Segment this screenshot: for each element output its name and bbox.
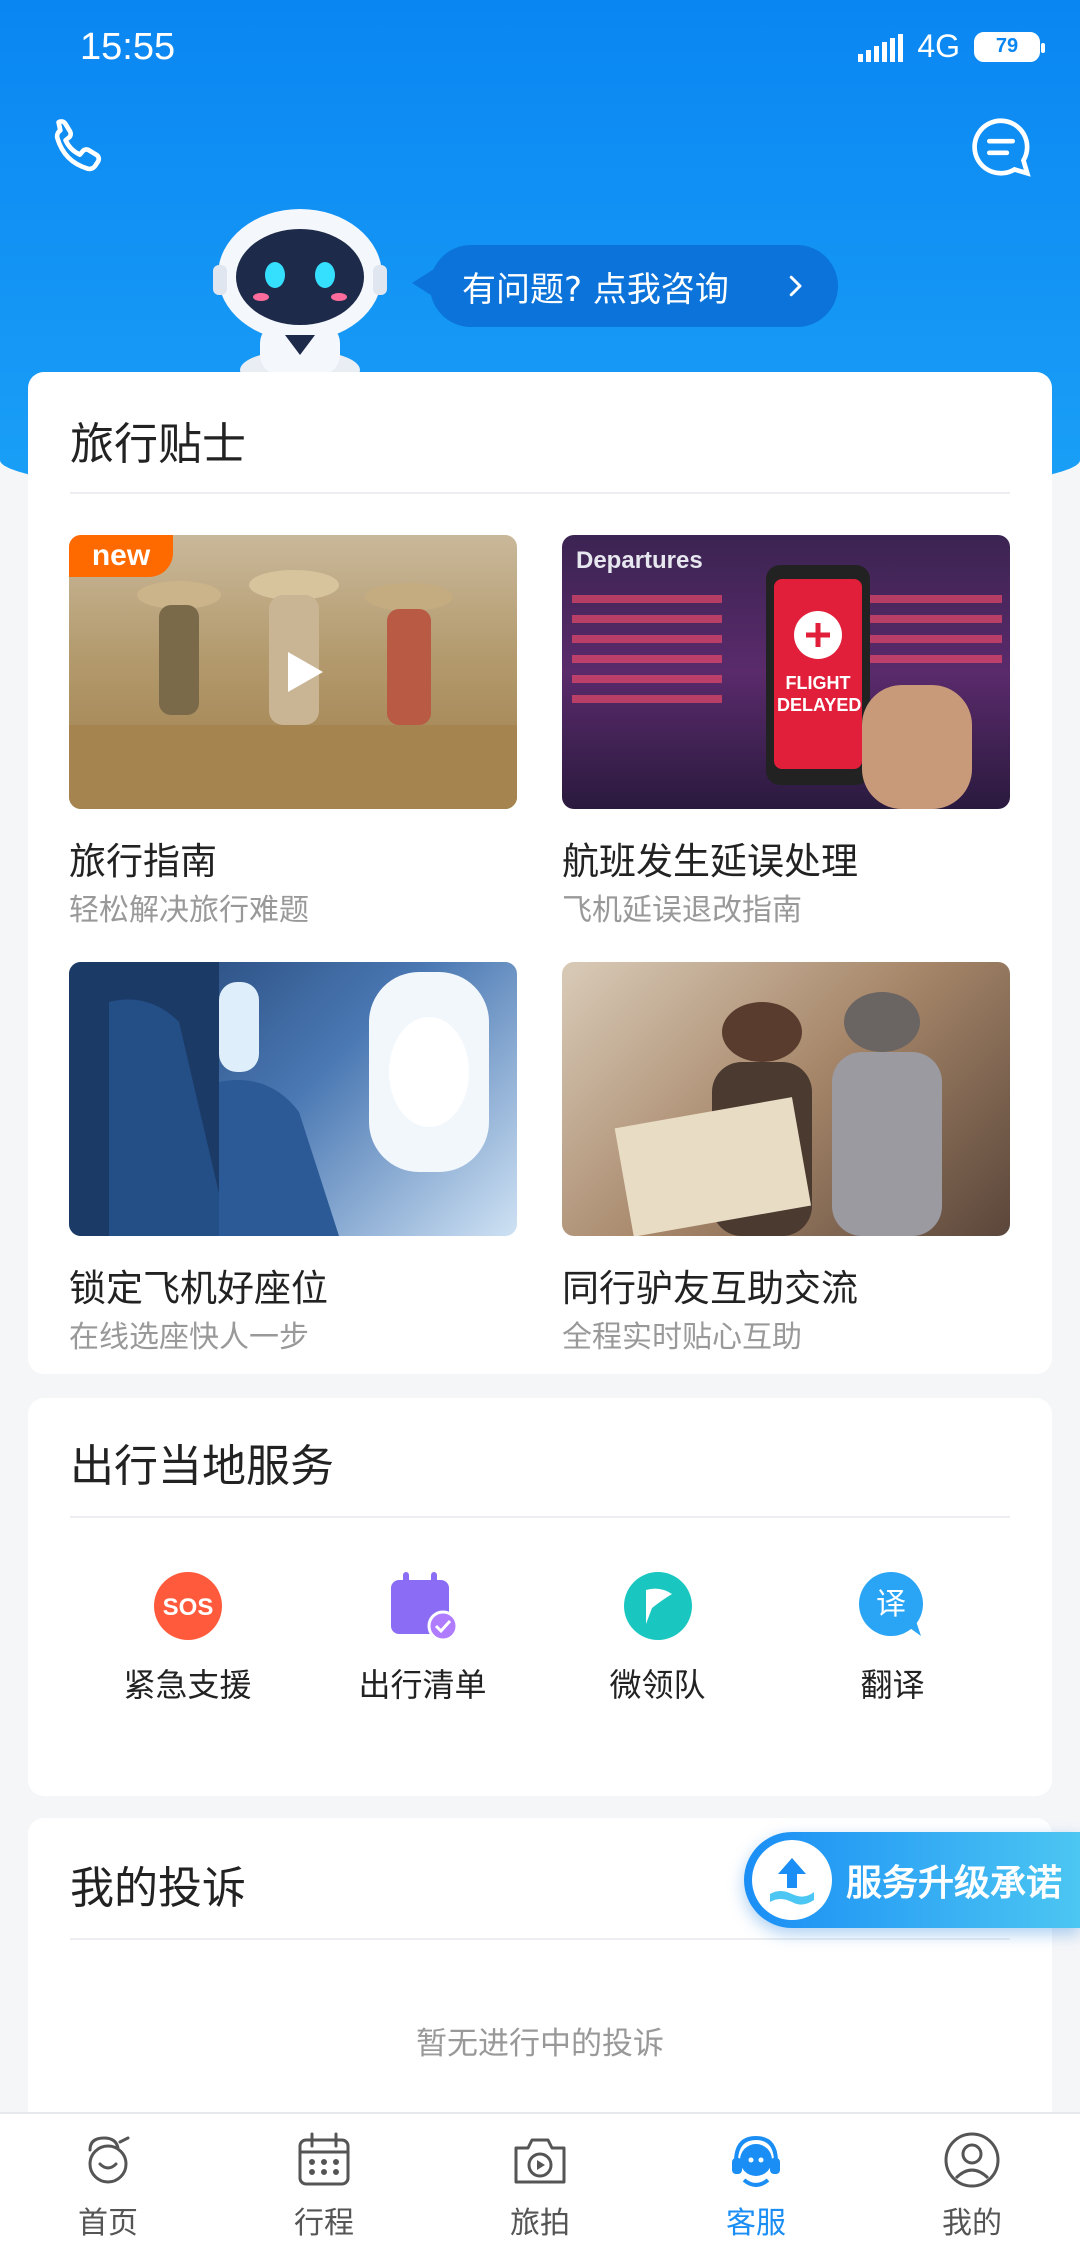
ask-assistant-button[interactable]: 有问题? 点我咨询	[412, 245, 838, 327]
sos-icon: SOS	[153, 1572, 222, 1640]
phone-icon	[54, 119, 102, 172]
departures-label: Departures	[576, 547, 703, 574]
service-upgrade-button[interactable]: 服务升级承诺	[744, 1832, 1080, 1928]
travel-tips-card: 旅行贴士 new 旅行指南 轻松解决旅行难题 Departures FLIGHT…	[28, 372, 1052, 1374]
upload-hand-icon	[752, 1840, 832, 1920]
service-label: 紧急支援	[123, 1666, 252, 1704]
profile-icon	[944, 2132, 1000, 2188]
service-label: 出行清单	[358, 1666, 487, 1704]
tab-label: 客服	[726, 2206, 786, 2241]
signal-icon	[858, 32, 904, 62]
travel-tips-title: 旅行贴士	[70, 419, 246, 470]
tip-subtitle: 飞机延误退改指南	[562, 893, 802, 928]
support-icon	[732, 2135, 780, 2187]
tip-image-kids: new	[69, 535, 517, 809]
tip-image-friends	[562, 962, 1010, 1236]
tip-image-cabin	[69, 962, 517, 1236]
tip-subtitle: 在线选座快人一步	[69, 1320, 309, 1355]
travelers-with-map-illustration	[614, 992, 942, 1236]
flight-label: FLIGHT	[785, 673, 851, 693]
tab-label: 我的	[942, 2206, 1002, 2241]
tab-label: 旅拍	[510, 2206, 570, 2241]
complaints-title: 我的投诉	[70, 1863, 246, 1914]
departures-board-illustration	[572, 565, 1002, 809]
local-services-title: 出行当地服务	[70, 1441, 334, 1492]
local-services-divider	[70, 1516, 1010, 1518]
flag-icon	[623, 1572, 692, 1640]
sos-icon-text: SOS	[162, 1594, 213, 1621]
tip-title: 旅行指南	[69, 840, 217, 883]
chat-icon	[972, 118, 1031, 177]
tab-itinerary[interactable]: 行程	[216, 2114, 432, 2248]
message-button[interactable]	[966, 112, 1036, 182]
tip-title: 航班发生延误处理	[562, 840, 858, 883]
camera-icon	[514, 2138, 566, 2184]
service-translate[interactable]: 译 翻译	[793, 1568, 993, 1706]
translate-icon-text: 译	[876, 1587, 906, 1622]
checklist-icon	[390, 1572, 458, 1642]
play-icon	[288, 652, 323, 692]
home-icon	[88, 2136, 130, 2184]
new-badge: new	[69, 535, 173, 577]
tab-label: 行程	[294, 2206, 354, 2241]
tip-title: 锁定飞机好座位	[69, 1267, 328, 1310]
service-label: 翻译	[860, 1666, 925, 1704]
tab-profile[interactable]: 我的	[864, 2114, 1080, 2248]
tab-label: 首页	[78, 2206, 138, 2241]
battery-level: 79	[995, 35, 1019, 57]
translate-icon: 译	[858, 1572, 923, 1636]
service-mini-guide[interactable]: 微领队	[558, 1568, 758, 1706]
service-upgrade-label: 服务升级承诺	[846, 1863, 1063, 1904]
ask-assistant-label: 有问题? 点我咨询	[462, 269, 729, 310]
phone-button[interactable]	[44, 112, 114, 182]
status-bar: 15:55 4G 79	[0, 0, 1080, 100]
service-emergency[interactable]: SOS 紧急支援	[88, 1568, 288, 1706]
status-time: 15:55	[80, 26, 176, 68]
chevron-right-icon	[789, 275, 802, 297]
tip-subtitle: 轻松解决旅行难题	[69, 893, 309, 928]
network-type: 4G	[917, 28, 960, 64]
airplane-seats-illustration	[69, 962, 489, 1236]
tip-title: 同行驴友互助交流	[562, 1267, 858, 1310]
delayed-label: DELAYED	[777, 695, 862, 715]
battery-icon: 79	[974, 31, 1045, 62]
local-services-card: 出行当地服务 SOS 紧急支援 出行清单 微领队 译 翻译	[28, 1398, 1052, 1796]
bottom-tab-bar: 首页 行程 旅拍 客服 我的	[0, 2112, 1080, 2248]
tip-subtitle: 全程实时贴心互助	[562, 1320, 802, 1355]
complaints-divider	[70, 1938, 1010, 1940]
travel-tips-divider	[70, 492, 1010, 494]
service-label: 微领队	[609, 1666, 706, 1704]
calendar-icon	[298, 2132, 350, 2186]
complaints-empty-text: 暂无进行中的投诉	[416, 2026, 664, 2062]
tab-travel-photo[interactable]: 旅拍	[432, 2114, 648, 2248]
tab-home[interactable]: 首页	[0, 2114, 216, 2248]
assistant-robot-icon[interactable]	[205, 205, 395, 375]
tab-customer-service[interactable]: 客服	[648, 2114, 864, 2248]
local-services-list: SOS 紧急支援 出行清单 微领队 译 翻译	[70, 1568, 1010, 1706]
status-indicators: 4G 79	[858, 28, 1045, 65]
tip-image-flight-delayed: Departures FLIGHT DELAYED	[562, 535, 1010, 809]
service-checklist[interactable]: 出行清单	[323, 1568, 523, 1706]
